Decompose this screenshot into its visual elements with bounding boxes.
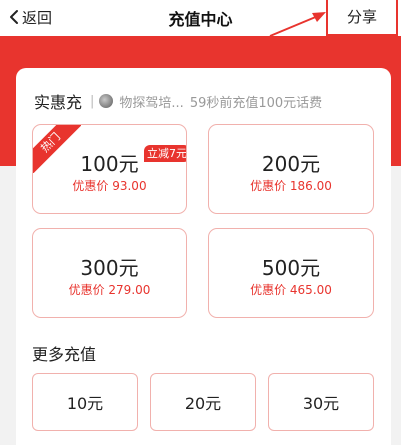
promo-user: 物探驾培... <box>119 95 184 111</box>
more-option-30[interactable]: 30元 <box>268 373 374 431</box>
share-button[interactable]: 分享 <box>326 0 398 36</box>
share-label: 分享 <box>346 7 377 26</box>
promo-row: 实惠充 | 物探驾培... 59秒前充值100元话费 <box>34 90 322 112</box>
plan-price: 优惠价 279.00 <box>68 283 151 297</box>
plan-price: 优惠价 186.00 <box>250 179 332 193</box>
plan-amount: 500元 <box>261 256 321 280</box>
plan-amount: 300元 <box>80 256 139 280</box>
more-option-20[interactable]: 20元 <box>150 373 256 431</box>
plan-tile-100[interactable]: 热门 立减7元 100元 优惠价 93.00 <box>32 124 187 214</box>
promo-title: 实惠充 <box>34 93 83 112</box>
plan-amount: 100元 <box>80 152 139 176</box>
plan-amount: 200元 <box>261 152 321 176</box>
plan-tile-500[interactable]: 500元 优惠价 465.00 <box>208 228 374 318</box>
promo-message: 59秒前充值100元话费 <box>189 95 323 111</box>
plan-price: 优惠价 93.00 <box>72 179 147 193</box>
recharge-card: 实惠充 | 物探驾培... 59秒前充值100元话费 热门 立减7元 100元 … <box>16 68 391 445</box>
plan-tile-300[interactable]: 300元 优惠价 279.00 <box>32 228 187 318</box>
user-avatar-icon <box>99 94 114 108</box>
plan-tile-200[interactable]: 200元 优惠价 186.00 <box>208 124 374 214</box>
plan-price: 优惠价 465.00 <box>250 283 332 297</box>
promo-divider: | <box>90 93 95 109</box>
more-recharge-title: 更多充值 <box>32 345 97 364</box>
more-option-10[interactable]: 10元 <box>32 373 138 431</box>
